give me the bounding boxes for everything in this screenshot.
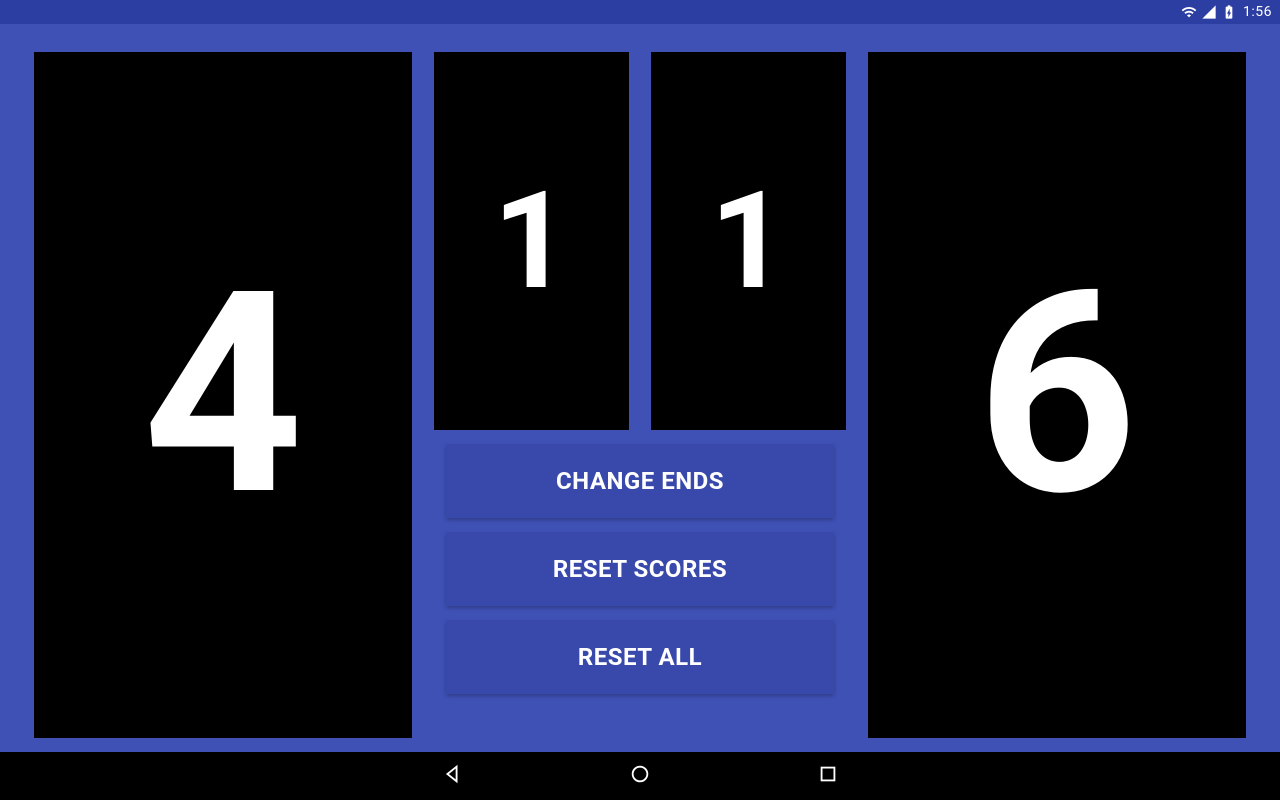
- home-icon: [629, 763, 651, 789]
- right-points-card[interactable]: 6: [868, 52, 1246, 738]
- left-points-value: 4: [143, 231, 304, 559]
- android-status-bar: 1:56: [0, 0, 1280, 24]
- android-nav-bar: [0, 752, 1280, 800]
- scoreboard-app: 4 1 1 CHANGE ENDS RESET SCORES RESET ALL…: [0, 24, 1280, 752]
- cell-signal-icon: [1201, 4, 1217, 20]
- left-sets-card[interactable]: 1: [434, 52, 629, 430]
- reset-scores-button[interactable]: RESET SCORES: [446, 532, 834, 606]
- center-column: 1 1 CHANGE ENDS RESET SCORES RESET ALL: [434, 52, 846, 738]
- wifi-icon: [1181, 4, 1197, 20]
- recents-icon: [817, 763, 839, 789]
- nav-recents-button[interactable]: [814, 762, 842, 790]
- right-points-value: 6: [977, 231, 1138, 559]
- nav-home-button[interactable]: [626, 762, 654, 790]
- left-points-card[interactable]: 4: [34, 52, 412, 738]
- back-icon: [441, 763, 463, 789]
- nav-back-button[interactable]: [438, 762, 466, 790]
- button-stack: CHANGE ENDS RESET SCORES RESET ALL: [434, 444, 846, 694]
- change-ends-button[interactable]: CHANGE ENDS: [446, 444, 834, 518]
- battery-icon: [1221, 4, 1237, 20]
- sets-row: 1 1: [434, 52, 846, 430]
- right-sets-value: 1: [710, 162, 787, 320]
- status-clock: 1:56: [1243, 4, 1272, 20]
- reset-all-button[interactable]: RESET ALL: [446, 620, 834, 694]
- left-sets-value: 1: [493, 162, 570, 320]
- right-sets-card[interactable]: 1: [651, 52, 846, 430]
